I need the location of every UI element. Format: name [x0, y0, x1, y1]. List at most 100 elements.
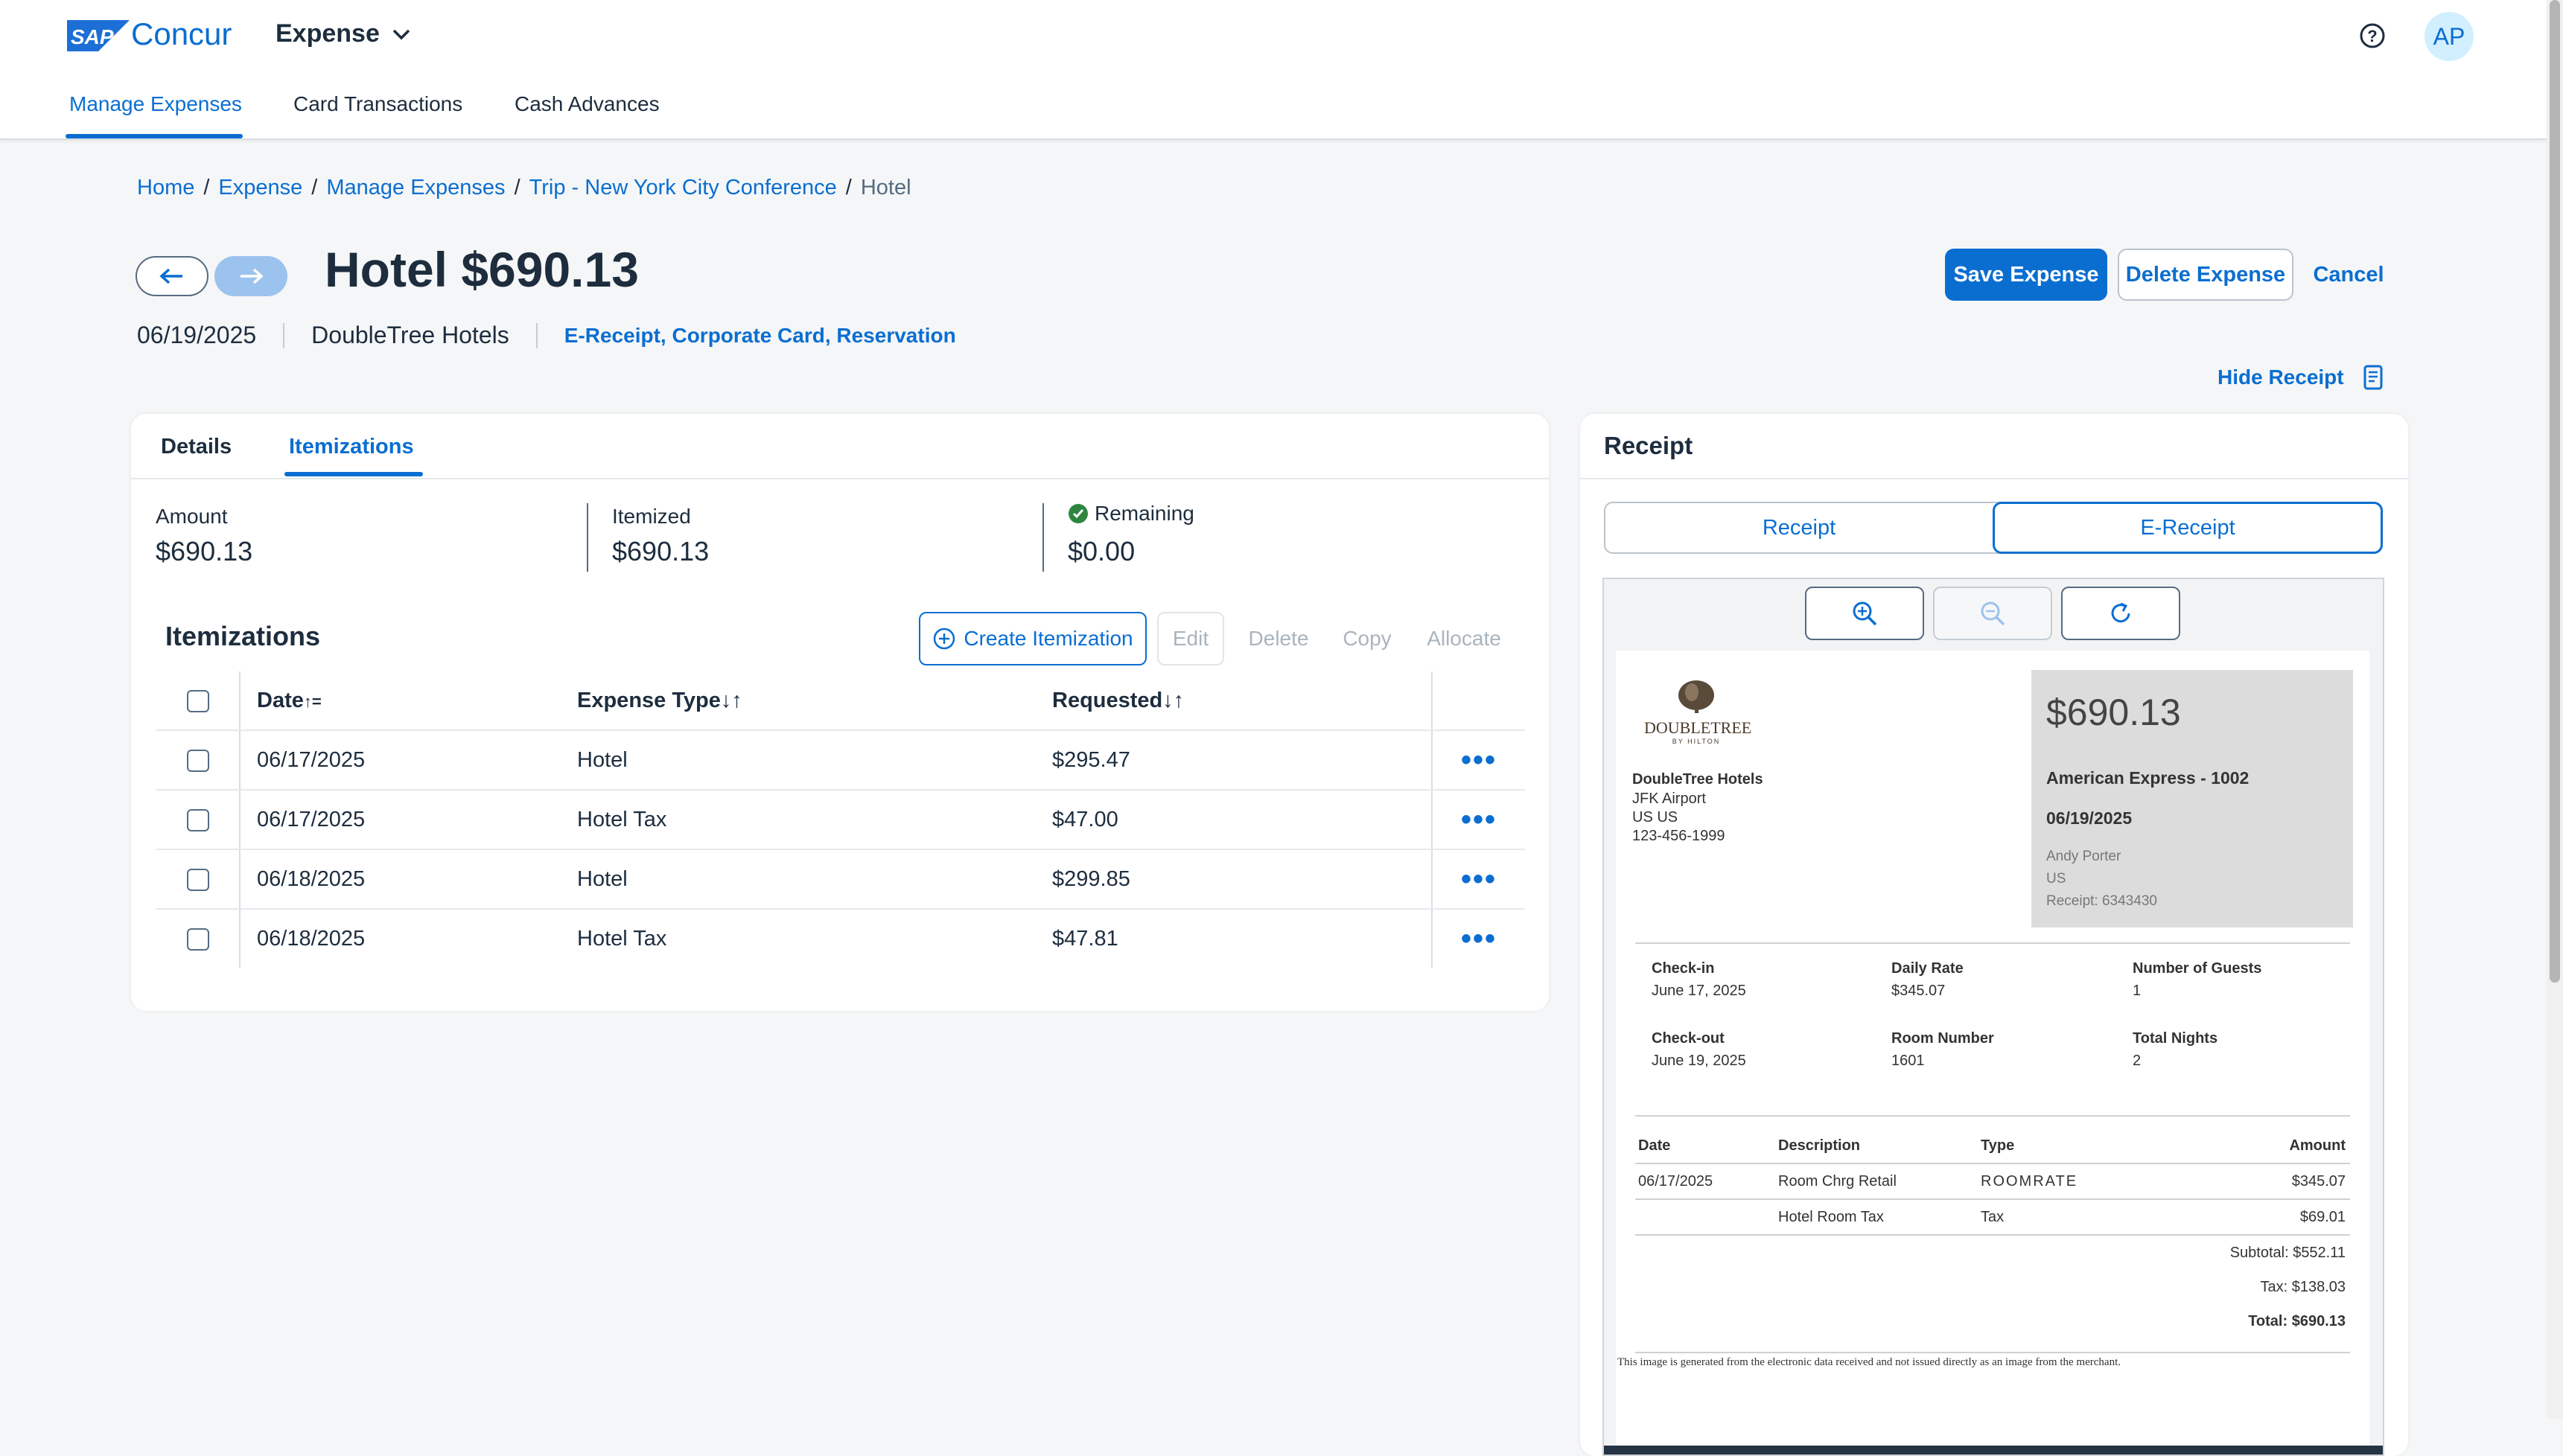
rotate-button[interactable] — [2061, 587, 2180, 640]
guests-value: 1 — [2133, 983, 2142, 999]
sort-ascending-icon: ↑= — [303, 692, 322, 711]
table-row[interactable]: 06/17/2025 Hotel $295.47 ••• — [156, 730, 1525, 791]
more-options-icon[interactable]: ••• — [1461, 803, 1497, 836]
line-description: Hotel Room Tax — [1778, 1209, 1884, 1225]
hide-receipt-button[interactable]: Hide Receipt — [2217, 365, 2383, 390]
create-itemization-label: Create Itemization — [964, 627, 1133, 650]
viewer-footer-bar — [1604, 1446, 2383, 1455]
receipt-date: 06/19/2025 — [2046, 808, 2133, 828]
row-date: 06/18/2025 — [240, 849, 576, 910]
column-type-label: Expense Type — [577, 688, 721, 712]
receipt-subtotal: Subtotal: $552.11 — [2229, 1245, 2346, 1261]
more-options-icon[interactable]: ••• — [1461, 744, 1497, 776]
breadcrumb-trip[interactable]: Trip - New York City Conference — [529, 176, 837, 200]
table-row[interactable]: 06/17/2025 Hotel Tax $47.00 ••• — [156, 790, 1525, 850]
checkin-label: Check-in — [1652, 960, 1715, 977]
row-requested: $47.00 — [1051, 790, 1433, 850]
breadcrumb-expense[interactable]: Expense — [218, 176, 302, 200]
create-itemization-button[interactable]: Create Itemization — [919, 612, 1147, 665]
column-date[interactable]: Date↑= — [240, 671, 576, 731]
breadcrumb-manage-expenses[interactable]: Manage Expenses — [326, 176, 505, 200]
app-switcher[interactable]: Expense — [276, 19, 411, 48]
checkout-label: Check-out — [1652, 1030, 1725, 1047]
user-avatar[interactable]: AP — [2424, 12, 2474, 61]
receipt-total: $690.13 — [2046, 692, 2181, 733]
more-options-icon[interactable]: ••• — [1461, 922, 1497, 955]
divider — [1635, 1352, 2350, 1353]
doubletree-logo: DOUBLETREE BY HILTON — [1644, 677, 1752, 745]
svg-text:?: ? — [2367, 27, 2377, 45]
tab-receipt[interactable]: Receipt — [1605, 502, 1993, 554]
column-expense-type[interactable]: Expense Type↓↑ — [576, 671, 1051, 731]
row-requested: $299.85 — [1051, 849, 1433, 910]
receipt-summary-box: $690.13 American Express - 1002 06/19/20… — [2031, 670, 2353, 927]
row-select-cell — [156, 909, 241, 968]
expense-tags-link[interactable]: E-Receipt, Corporate Card, Reservation — [564, 324, 956, 348]
more-options-icon[interactable]: ••• — [1461, 863, 1497, 895]
logo-wordmark: DOUBLETREE — [1644, 718, 1752, 737]
receipt-grand-total: Total: $690.13 — [2248, 1313, 2346, 1329]
row-date: 06/17/2025 — [240, 730, 576, 791]
zoom-in-button[interactable] — [1805, 587, 1924, 640]
nav-tab-manage-expenses[interactable]: Manage Expenses — [69, 92, 242, 116]
guest-country: US — [2046, 871, 2066, 887]
row-date: 06/17/2025 — [240, 790, 576, 850]
zoom-out-icon — [1981, 601, 2005, 626]
divider — [1635, 1163, 2350, 1164]
nav-tab-cash-advances[interactable]: Cash Advances — [515, 92, 660, 116]
merchant-address: JFK Airport — [1632, 791, 1706, 807]
select-all-checkbox[interactable] — [186, 689, 209, 712]
table-row[interactable]: 06/18/2025 Hotel $299.85 ••• — [156, 849, 1525, 910]
tab-details[interactable]: Details — [161, 435, 232, 459]
line-header-description: Description — [1778, 1137, 1861, 1154]
row-expense-type: Hotel Tax — [577, 926, 667, 951]
row-checkbox[interactable] — [186, 927, 209, 951]
breadcrumb-home[interactable]: Home — [137, 176, 194, 200]
row-checkbox[interactable] — [186, 808, 209, 831]
previous-expense-button[interactable] — [136, 256, 208, 296]
next-expense-button[interactable] — [214, 256, 287, 296]
help-icon[interactable]: ? — [2357, 21, 2387, 51]
merchant-country: US US — [1632, 809, 1678, 826]
add-circle-icon — [934, 628, 955, 650]
line-header-date: Date — [1638, 1137, 1671, 1154]
receipt-panel-title: Receipt — [1604, 432, 1693, 459]
receipt-card: American Express - 1002 — [2046, 768, 2250, 788]
nav-active-indicator — [66, 134, 243, 138]
expense-vendor: DoubleTree Hotels — [311, 322, 509, 348]
merchant-phone: 123-456-1999 — [1632, 828, 1725, 844]
row-checkbox[interactable] — [186, 749, 209, 772]
arrow-left-icon — [159, 268, 182, 284]
arrow-right-icon — [241, 268, 264, 284]
page-scrollbar-thumb[interactable] — [2550, 0, 2560, 983]
line-date: 06/17/2025 — [1638, 1173, 1713, 1190]
zoom-out-button[interactable] — [1933, 587, 2052, 640]
cancel-button[interactable]: Cancel — [2305, 249, 2392, 301]
rotate-icon — [2111, 602, 2130, 623]
table-row[interactable]: 06/18/2025 Hotel Tax $47.81 ••• — [156, 909, 1525, 968]
tab-itemizations[interactable]: Itemizations — [289, 435, 414, 459]
tab-e-receipt[interactable]: E-Receipt — [1993, 502, 2383, 554]
row-expense-type: Hotel — [576, 849, 1051, 910]
itemized-label: Itemized — [612, 505, 691, 528]
edit-button[interactable]: Edit — [1157, 612, 1224, 665]
app-name: Expense — [276, 19, 380, 48]
line-type: Tax — [1981, 1209, 2005, 1225]
delete-expense-button[interactable]: Delete Expense — [2118, 249, 2293, 301]
brand-name: Concur — [131, 16, 232, 51]
nav-tab-card-transactions[interactable]: Card Transactions — [293, 92, 462, 116]
checkin-value: June 17, 2025 — [1652, 983, 1746, 999]
allocate-button[interactable]: Allocate — [1416, 612, 1512, 665]
delete-button[interactable]: Delete — [1238, 612, 1319, 665]
row-more-cell: ••• — [1432, 849, 1525, 910]
sap-logo[interactable]: SAP — [67, 20, 130, 51]
save-expense-button[interactable]: Save Expense — [1945, 249, 2107, 301]
column-requested[interactable]: Requested↓↑ — [1051, 671, 1433, 731]
room-number-value: 1601 — [1891, 1053, 1925, 1069]
divider — [283, 322, 285, 348]
row-checkbox[interactable] — [186, 868, 209, 891]
breadcrumb-separator: / — [203, 176, 210, 199]
itemized-value: $690.13 — [612, 536, 710, 566]
daily-rate-label: Daily Rate — [1891, 960, 1964, 977]
copy-button[interactable]: Copy — [1331, 612, 1403, 665]
